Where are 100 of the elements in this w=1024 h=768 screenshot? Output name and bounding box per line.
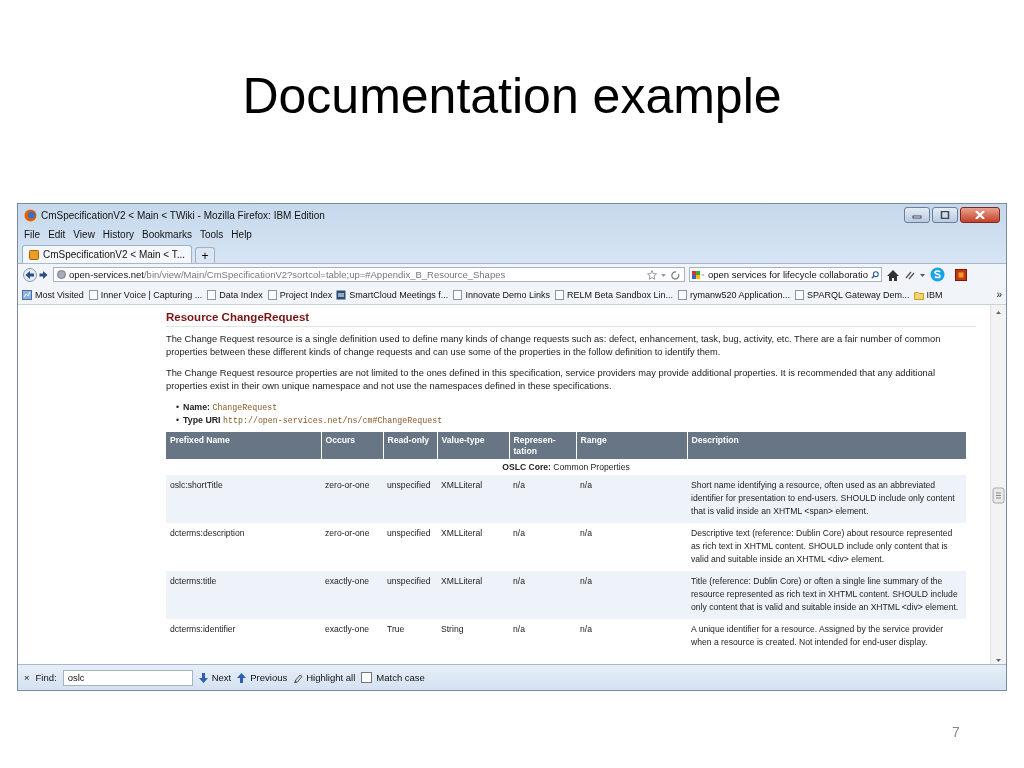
search-engine-icon <box>692 269 705 280</box>
paragraph: The Change Request resource properties are not limited to the ones defined in this specification, service providers may provide additional properties. It is recommended that any additional properties exist in their own unique namespace and not use the namespaces defined in these specifications. <box>166 367 936 393</box>
table-cell: zero-or-one <box>321 475 383 523</box>
table-cell: XMLLiteral <box>437 475 509 523</box>
slide-title: Documentation example <box>242 67 782 126</box>
table-cell: dcterms:title <box>166 571 321 619</box>
site-icon <box>29 249 39 260</box>
page-number: 7 <box>952 724 960 740</box>
table-cell: unspecified <box>383 475 437 523</box>
window-title: CmSpecificationV2 < Main < TWiki - Mozilla Firefox: IBM Edition <box>41 209 325 221</box>
menu-item[interactable]: Tools <box>200 229 224 240</box>
find-field[interactable]: oslc <box>62 669 193 686</box>
column-header: Description <box>687 432 966 459</box>
bookmark-item[interactable]: SPARQL Gateway Dem... <box>794 289 910 300</box>
table-cell: n/a <box>509 475 576 523</box>
find-option-button[interactable]: Next <box>198 672 232 684</box>
column-header: Occurs <box>321 432 383 459</box>
table-cell: unspecified <box>383 571 437 619</box>
forward-icon[interactable] <box>38 268 49 281</box>
bookmarks-overflow-button[interactable]: » <box>996 289 1002 300</box>
app-icon <box>336 289 347 300</box>
table-cell: Title (reference: Dublin Core) or often a single line summary of the resource represented as rich text in XHTML content. SHOULD include only content that is valid and suitable inside an XHTML <div> element. <box>687 571 966 619</box>
chat-app-icon[interactable] <box>930 267 945 282</box>
table-cell: XMLLiteral <box>437 571 509 619</box>
search-icon[interactable] <box>870 269 879 280</box>
bookmark-item[interactable]: Innovate Demo Links <box>452 289 550 300</box>
menu-item[interactable]: View <box>73 229 95 240</box>
table-cell: Short name identifying a resource, often used as an abbreviated identifier for presentation to end-users. SHOULD include only content that is valid inside an XHTML <span> element. <box>687 475 966 523</box>
table-cell: A unique identifier for a resource. Assigned by the service provider when a resource is created. Not intended for end-user display. <box>687 619 966 654</box>
table-section-label: OSLC Core: Common Properties <box>166 459 966 475</box>
bookmark-item[interactable]: Inner Voice | Capturing ... <box>87 289 203 300</box>
find-option-button[interactable]: Previous <box>237 672 288 684</box>
menu-item[interactable]: File <box>24 229 41 240</box>
table-cell: String <box>437 619 509 654</box>
address-field[interactable]: open-services.net/bin/view/Main/CmSpecificationV2?sortcol=table;up=#Appendix_B_Resource_Shapes <box>53 267 685 282</box>
close-icon <box>975 211 985 219</box>
property-item: Name: ChangeRequest <box>183 401 278 414</box>
bullet: • <box>176 414 180 427</box>
search-field[interactable]: open services for lifecycle collaboratio <box>689 267 882 282</box>
bookmark-item[interactable]: rymanw520 Application... <box>677 289 791 300</box>
close-find-button[interactable]: × <box>24 672 30 684</box>
table-cell: Descriptive text (reference: Dublin Core) about resource represented as rich text in XHTML content. SHOULD include only content that is valid and suitable inside an XHTML <div> element. <box>687 523 966 571</box>
table-cell: n/a <box>509 571 576 619</box>
table-cell: n/a <box>509 523 576 571</box>
column-header: Read-only <box>383 432 437 459</box>
table-cell: n/a <box>576 475 687 523</box>
star-icon[interactable] <box>647 269 681 280</box>
table-cell: XMLLiteral <box>437 523 509 571</box>
home-icon[interactable] <box>886 268 900 281</box>
table-cell: n/a <box>576 571 687 619</box>
column-header: Represen-tation <box>509 432 576 459</box>
page-icon <box>553 289 564 300</box>
bookmark-item[interactable]: Data Index <box>206 289 263 300</box>
column-header: Value-type <box>437 432 509 459</box>
maximize-button[interactable] <box>932 207 958 223</box>
up-arrow-icon <box>237 672 248 683</box>
table-cell: True <box>383 619 437 654</box>
bullet: • <box>176 401 180 414</box>
back-icon[interactable] <box>22 267 38 282</box>
menu-item[interactable]: Edit <box>48 229 66 240</box>
bookmark-item[interactable]: RELM Beta Sandbox Lin... <box>553 289 673 300</box>
bookmark-chart-icon <box>22 289 32 300</box>
table-cell: zero-or-one <box>321 523 383 571</box>
table-cell: n/a <box>576 523 687 571</box>
browser-logo-icon <box>24 208 37 222</box>
match-case-checkbox[interactable]: Match case <box>361 672 425 684</box>
page-icon <box>452 289 463 300</box>
minimize-button[interactable] <box>904 207 930 223</box>
bookmark-item[interactable]: IBM <box>913 289 943 300</box>
column-header: Prefixed Name <box>166 432 321 459</box>
table-cell: dcterms:identifier <box>166 619 321 654</box>
paragraph: The Change Request resource is a single definition used to define many kinds of change requests such as: defect, enhancement, task, bug, activity, etc. There are a fair number of common properties between these different kinds of change requests and can use some of the properties in the follow definition to identify them. <box>166 333 942 359</box>
section-heading: Resource ChangeRequest <box>166 311 976 327</box>
table-cell: dcterms:description <box>166 523 321 571</box>
bookmark-item[interactable]: Most Visited <box>22 289 84 300</box>
page-icon <box>206 289 217 300</box>
extension-icon[interactable] <box>955 268 967 281</box>
close-button[interactable] <box>960 207 1000 223</box>
table-cell: n/a <box>509 619 576 654</box>
table-cell: oslc:shortTitle <box>166 475 321 523</box>
down-arrow-icon <box>198 672 209 683</box>
table-cell: unspecified <box>383 523 437 571</box>
table-cell: exactly-one <box>321 571 383 619</box>
page-icon <box>87 289 98 300</box>
folder-icon <box>913 289 924 300</box>
table-cell: exactly-one <box>321 619 383 654</box>
bookmark-item[interactable]: Project Index <box>266 289 333 300</box>
property-item: Type URI http://open-services.net/ns/cm#ChangeRequest <box>183 414 443 427</box>
new-tab-button[interactable]: + <box>195 247 216 263</box>
menu-item[interactable]: Help <box>231 229 252 240</box>
bookmark-item[interactable]: SmartCloud Meetings f... <box>336 289 449 300</box>
table-cell: n/a <box>576 619 687 654</box>
page-icon <box>266 289 277 300</box>
menu-item[interactable]: Bookmarks <box>142 229 192 240</box>
browser-tab[interactable]: CmSpecificationV2 < Main < T... <box>22 245 193 263</box>
page-icon <box>794 289 805 300</box>
find-option-button[interactable]: Highlight all <box>293 672 356 684</box>
maximize-icon <box>940 211 950 219</box>
find-label: Find: <box>35 672 57 684</box>
menu-item[interactable]: History <box>102 229 134 240</box>
